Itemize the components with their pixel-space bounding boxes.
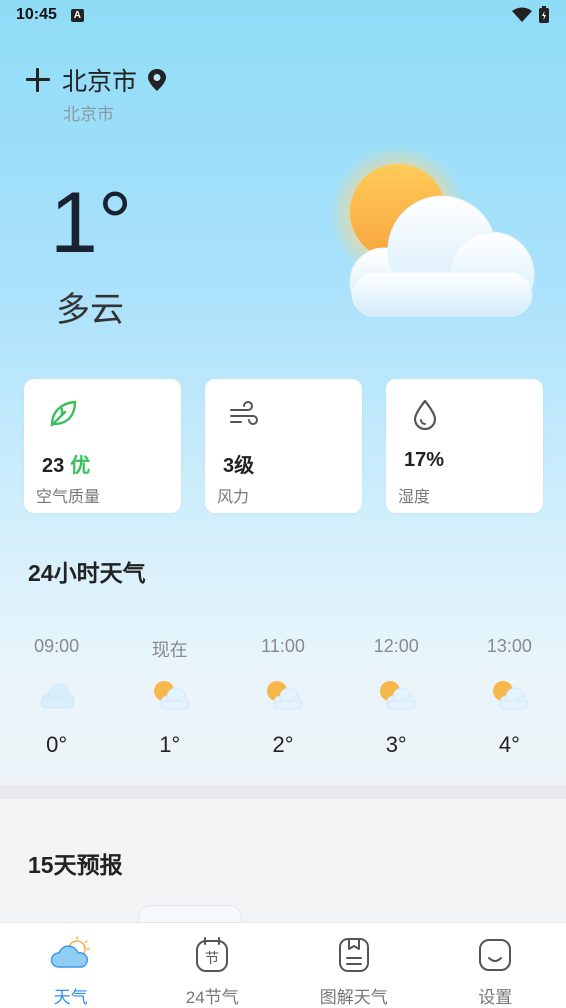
add-city-button[interactable] [24, 66, 52, 94]
hourly-forecast-list: 09:00 0° 现在 1° 11:00 2° 12:00 3° 13:00 4… [0, 636, 566, 758]
hourly-item[interactable]: 13:00 4° [453, 636, 566, 758]
battery-icon [539, 6, 549, 23]
tab-weather[interactable]: 天气 [0, 923, 142, 1008]
city-name[interactable]: 北京市 [62, 62, 137, 98]
partly-cloudy-icon [153, 681, 190, 710]
tab-label: 设置 [478, 988, 513, 1007]
hour-time: 13:00 [486, 636, 532, 656]
hour-temp: 4° [498, 732, 520, 757]
cloudy-icon [40, 683, 74, 709]
forecast-title: 15天预报 [28, 852, 123, 878]
humidity-label: 湿度 [398, 489, 431, 506]
hourly-item[interactable]: 09:00 0° [0, 636, 113, 758]
section-divider [0, 785, 566, 799]
hour-time: 11:00 [261, 636, 305, 656]
water-drop-icon [413, 399, 437, 431]
hourly-title: 24小时天气 [28, 560, 146, 586]
hourly-item[interactable]: 现在 1° [113, 636, 226, 758]
document-icon [338, 938, 369, 972]
humidity-value: 17% [404, 449, 445, 471]
tab-illustrated-weather[interactable]: 图解天气 [283, 923, 425, 1008]
aqi-quality: 优 [70, 455, 91, 477]
hour-time: 现在 [151, 640, 188, 660]
tab-solar-terms[interactable]: 节 24节气 [142, 923, 284, 1008]
tab-label: 24节气 [185, 988, 239, 1007]
forecast-section: 15天预报 [0, 799, 566, 935]
calendar-icon: 节 [196, 937, 229, 972]
hourly-item[interactable]: 11:00 2° [226, 636, 339, 758]
partly-cloudy-icon [493, 681, 529, 710]
partly-cloudy-icon [330, 146, 535, 317]
hour-time: 12:00 [373, 636, 419, 656]
wind-card[interactable]: 3级 风力 [205, 379, 362, 513]
leaf-icon [50, 400, 77, 427]
air-quality-card[interactable]: 23 优 空气质量 [24, 379, 181, 513]
sub-city: 北京市 [63, 105, 114, 124]
humidity-card[interactable]: 17% 湿度 [386, 379, 543, 513]
smile-icon [479, 939, 512, 971]
wind-value: 3级 [223, 455, 255, 477]
location-header: 北京市 [24, 62, 167, 98]
hourly-item[interactable]: 12:00 3° [340, 636, 453, 758]
wifi-icon [512, 7, 532, 22]
svg-text:节: 节 [205, 951, 219, 967]
aqi-label: 空气质量 [36, 489, 101, 506]
tab-settings[interactable]: 设置 [425, 923, 566, 1008]
tab-label: 天气 [53, 988, 88, 1007]
status-time: 10:45 [16, 6, 57, 23]
current-temperature: 1° [50, 175, 133, 271]
tab-label: 图解天气 [319, 988, 388, 1007]
partly-cloudy-icon [267, 681, 303, 710]
wind-label: 风力 [217, 489, 250, 506]
hour-temp: 2° [272, 732, 294, 757]
notification-badge: A [70, 8, 84, 22]
hour-temp: 3° [385, 732, 407, 757]
bottom-tab-bar: 天气 节 24节气 图解天气 设置 [0, 922, 566, 1008]
hour-temp: 1° [159, 732, 181, 757]
status-bar: 10:45 A [0, 0, 566, 30]
hour-temp: 0° [46, 732, 68, 757]
hour-time: 09:00 [34, 636, 80, 656]
current-condition: 多云 [56, 291, 124, 329]
metrics-cards: 23 优 空气质量 3级 风力 17% 湿度 [24, 379, 543, 513]
location-pin-icon [148, 69, 167, 91]
partly-cloudy-icon [380, 681, 416, 710]
wind-icon [230, 401, 258, 425]
aqi-value: 23 优 [42, 455, 91, 477]
weather-tab-icon [50, 936, 90, 968]
